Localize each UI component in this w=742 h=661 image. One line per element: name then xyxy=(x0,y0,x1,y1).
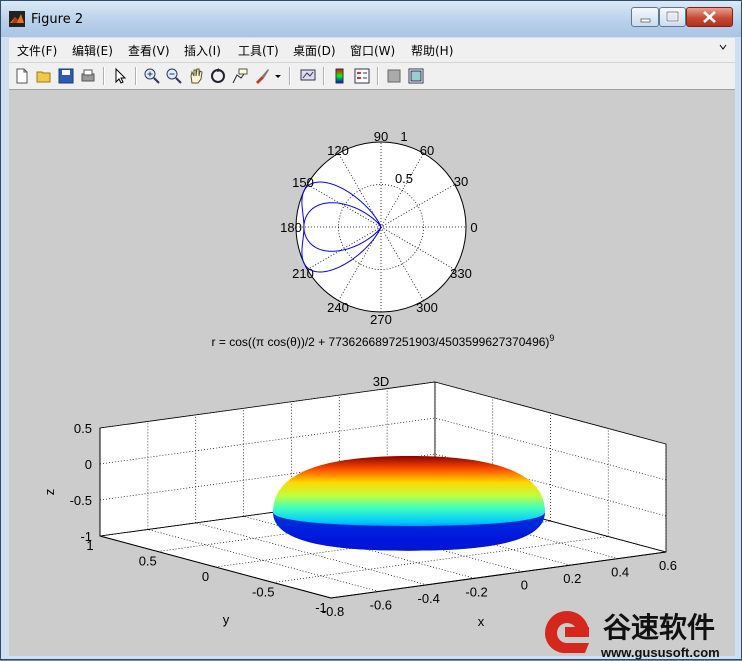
hide-plot-tools-icon[interactable] xyxy=(385,67,403,85)
data-cursor-icon[interactable] xyxy=(231,67,249,85)
figure-window: Figure 2 文件(F) 编辑(E) 查看(V) 插入(I) 工具(T) 桌… xyxy=(0,0,742,660)
menu-insert[interactable]: 插入(I) xyxy=(184,42,221,59)
legend-icon[interactable] xyxy=(353,67,371,85)
polar-angle-label: 30 xyxy=(454,174,468,189)
polar-angle-label: 90 xyxy=(374,129,388,144)
x-tick-label: 0 xyxy=(521,578,528,593)
chevron-icon[interactable] xyxy=(719,42,727,54)
minimize-button[interactable] xyxy=(631,7,659,27)
x-tick-label: 0.6 xyxy=(659,558,677,573)
pan-icon[interactable] xyxy=(187,67,205,85)
menu-desktop[interactable]: 桌面(D) xyxy=(293,42,336,59)
menu-window[interactable]: 窗口(W) xyxy=(350,42,395,59)
polar-angle-label: 300 xyxy=(416,300,438,315)
polar-angle-label: 270 xyxy=(370,312,392,327)
window-title: Figure 2 xyxy=(31,12,84,27)
x-tick-label: 0.2 xyxy=(563,571,581,586)
x-tick-label: -0.6 xyxy=(370,597,392,612)
maximize-icon xyxy=(665,10,680,23)
y-tick-label: -0.5 xyxy=(252,585,274,600)
open-file-icon[interactable] xyxy=(35,67,53,85)
x-tick-label: 0.4 xyxy=(611,565,629,580)
rotate-3d-icon[interactable] xyxy=(209,67,227,85)
polar-xlabel: r = cos((π cos(θ))/2 + 7736266897251903/… xyxy=(212,333,555,349)
menu-edit[interactable]: 编辑(E) xyxy=(72,42,113,59)
polar-angle-label: 180 xyxy=(280,220,302,235)
toolbar-separator xyxy=(377,67,379,85)
minimize-icon xyxy=(640,18,651,23)
link-plot-icon[interactable] xyxy=(299,67,317,85)
y-tick-label: -1 xyxy=(315,600,327,615)
watermark-logo: 谷速软件 www.gususoft.com xyxy=(544,611,720,660)
zoom-in-icon[interactable] xyxy=(143,67,161,85)
polar-angle-label: 60 xyxy=(420,143,434,158)
figure-axes-svg: 90 60 30 0 330 300 270 240 210 180 150 1… xyxy=(42,129,677,629)
figure-toolbar xyxy=(9,63,735,90)
save-icon[interactable] xyxy=(57,67,75,85)
polar-radial-label: 0.5 xyxy=(395,171,413,186)
y-tick-label: 0 xyxy=(202,569,209,584)
polar-angle-label: 330 xyxy=(450,266,472,281)
brush-icon[interactable] xyxy=(253,67,271,85)
logo-bar xyxy=(565,627,589,637)
toolbar-separator xyxy=(289,67,291,85)
show-plot-tools-icon[interactable] xyxy=(407,67,425,85)
polar-xlabel-text: r = cos((π cos(θ))/2 + 7736266897251903/… xyxy=(212,335,550,349)
toolbar-separator xyxy=(135,67,137,85)
x-tick-label: -0.4 xyxy=(418,591,440,606)
surface-mesh xyxy=(273,456,545,551)
polar-angle-label: 210 xyxy=(292,266,314,281)
polar-radial-label: 1 xyxy=(400,129,407,144)
toolbar-separator xyxy=(323,67,325,85)
colorbar-icon[interactable] xyxy=(331,67,349,85)
close-button[interactable] xyxy=(686,7,733,27)
z-tick-label: -1 xyxy=(80,529,92,544)
maximize-button[interactable] xyxy=(659,7,686,27)
pointer-icon[interactable] xyxy=(111,67,129,85)
new-figure-icon[interactable] xyxy=(13,67,31,85)
print-icon[interactable] xyxy=(79,67,97,85)
menu-tools[interactable]: 工具(T) xyxy=(238,42,279,59)
surface-zlabel: z xyxy=(42,489,57,496)
polar-xlabel-exponent: 9 xyxy=(549,333,554,343)
polar-angle-label: 240 xyxy=(327,300,349,315)
menu-help[interactable]: 帮助(H) xyxy=(411,42,453,59)
close-icon xyxy=(703,11,716,23)
watermark-url: www.gususoft.com xyxy=(600,645,720,660)
polar-angle-label: 150 xyxy=(292,175,314,190)
menu-file[interactable]: 文件(F) xyxy=(17,42,57,59)
surface-xlabel: x xyxy=(478,614,485,629)
surface-axes[interactable]: 3D -0.8 -0.6 -0.4 -0.2 0 0.2 0.4 0.6-1-0.500.51… xyxy=(42,374,677,629)
menu-view[interactable]: 查看(V) xyxy=(128,42,170,59)
y-tick-label: 0.5 xyxy=(139,554,157,569)
polar-angle-label: 120 xyxy=(327,143,349,158)
z-tick-label: 0.5 xyxy=(74,421,92,436)
polar-angle-label: 0 xyxy=(470,220,477,235)
toolbar-separator xyxy=(103,67,105,85)
figure-canvas: 90 60 30 0 330 300 270 240 210 180 150 1… xyxy=(9,90,735,656)
menu-bar: 文件(F) 编辑(E) 查看(V) 插入(I) 工具(T) 桌面(D) 窗口(W… xyxy=(9,38,735,63)
surface-ylabel: y xyxy=(223,612,230,627)
matlab-logo-icon xyxy=(9,11,25,27)
surface-title: 3D xyxy=(373,374,390,389)
watermark-brand: 谷速软件 xyxy=(603,612,715,643)
polar-axes[interactable]: 90 60 30 0 330 300 270 240 210 180 150 1… xyxy=(212,129,555,349)
zoom-out-icon[interactable] xyxy=(165,67,183,85)
z-tick-label: 0 xyxy=(85,457,92,472)
title-bar[interactable]: Figure 2 xyxy=(1,1,741,37)
dropdown-arrow-icon[interactable] xyxy=(273,67,283,85)
x-tick-label: -0.2 xyxy=(465,584,487,599)
z-tick-label: -0.5 xyxy=(70,493,92,508)
